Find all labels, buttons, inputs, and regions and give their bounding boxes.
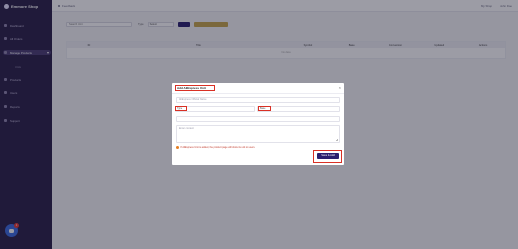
modal-title: Add AliExpress Unit — [175, 85, 215, 91]
resize-handle[interactable] — [336, 139, 338, 141]
official-name-input[interactable]: AliExpress Official Name — [176, 97, 340, 103]
warning-icon — [176, 146, 179, 149]
add-unit-modal: Add AliExpress Unit × AliExpress Officia… — [172, 83, 344, 165]
warning-message: If AliExpress Unit is added, the product… — [176, 146, 255, 149]
warning-text: If AliExpress Unit is added, the product… — [180, 146, 256, 149]
content-textarea[interactable]: Enter content — [176, 125, 340, 143]
base-field-tag: Base — [258, 106, 271, 111]
close-icon[interactable]: × — [339, 85, 341, 90]
save-button[interactable]: Save & Add — [317, 153, 339, 159]
divider — [172, 93, 344, 94]
textarea-placeholder: Enter content — [179, 127, 194, 130]
type-field[interactable] — [175, 106, 255, 112]
type-field-tag: Type — [175, 106, 187, 111]
symbol-input[interactable] — [176, 116, 340, 122]
